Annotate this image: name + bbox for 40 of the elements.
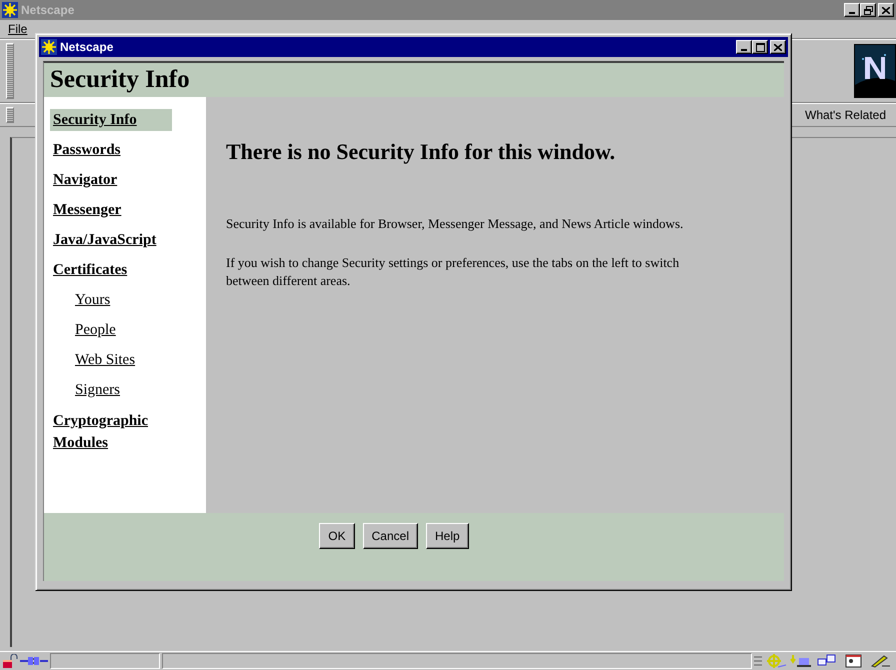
menu-item[interactable]: File bbox=[8, 22, 28, 36]
minimize-button[interactable] bbox=[736, 40, 752, 54]
cancel-button[interactable]: Cancel bbox=[362, 523, 418, 549]
component-bar-grip-icon[interactable] bbox=[754, 654, 762, 668]
nav-link[interactable]: Signers bbox=[72, 379, 123, 401]
ok-button[interactable]: OK bbox=[319, 523, 355, 549]
netscape-n-logo-icon bbox=[854, 44, 896, 98]
help-button[interactable]: Help bbox=[426, 523, 469, 549]
toolbar-grip[interactable] bbox=[6, 43, 14, 99]
nav-link[interactable]: People bbox=[72, 319, 119, 341]
nav-link[interactable]: Security Info bbox=[50, 109, 172, 131]
netscape-logo-icon bbox=[2, 2, 18, 18]
nav-link[interactable]: Messenger bbox=[50, 199, 124, 221]
nav-link[interactable]: Cryptographic Modules bbox=[50, 409, 176, 455]
close-button[interactable] bbox=[770, 40, 786, 54]
info-paragraph: Security Info is available for Browser, Messenger Message, and News Article windows. bbox=[226, 215, 684, 233]
netscape-logo-icon bbox=[41, 39, 57, 55]
toolbar-grip[interactable] bbox=[6, 107, 14, 123]
page-heading: Security Info bbox=[50, 66, 190, 94]
window-title: Netscape bbox=[21, 3, 76, 17]
nav-link[interactable]: Navigator bbox=[50, 169, 120, 191]
nav-link[interactable]: Certificates bbox=[50, 259, 130, 281]
maximize-button[interactable] bbox=[752, 40, 768, 54]
nav-link[interactable]: Passwords bbox=[50, 139, 124, 161]
close-button[interactable] bbox=[878, 3, 894, 17]
restore-button[interactable] bbox=[860, 3, 876, 17]
restore-icon bbox=[864, 6, 872, 14]
plug-icon[interactable] bbox=[20, 654, 48, 668]
close-icon bbox=[882, 6, 890, 14]
padlock-icon[interactable] bbox=[2, 654, 18, 668]
message-heading: There is no Security Info for this window. bbox=[226, 139, 616, 165]
info-paragraph: If you wish to change Security settings or preferences, use the tabs on the left to switch between different areas. bbox=[226, 254, 680, 290]
maximize-icon bbox=[756, 42, 764, 52]
close-icon bbox=[774, 44, 782, 50]
nav-link[interactable]: Web Sites bbox=[72, 349, 138, 371]
dialog-title: Netscape bbox=[60, 40, 114, 54]
nav-link[interactable]: Yours bbox=[72, 289, 114, 311]
nav-link[interactable]: Java/JavaScript bbox=[50, 229, 160, 251]
minimize-button[interactable] bbox=[844, 3, 860, 17]
whats-related-link[interactable]: What's Related bbox=[805, 108, 886, 122]
